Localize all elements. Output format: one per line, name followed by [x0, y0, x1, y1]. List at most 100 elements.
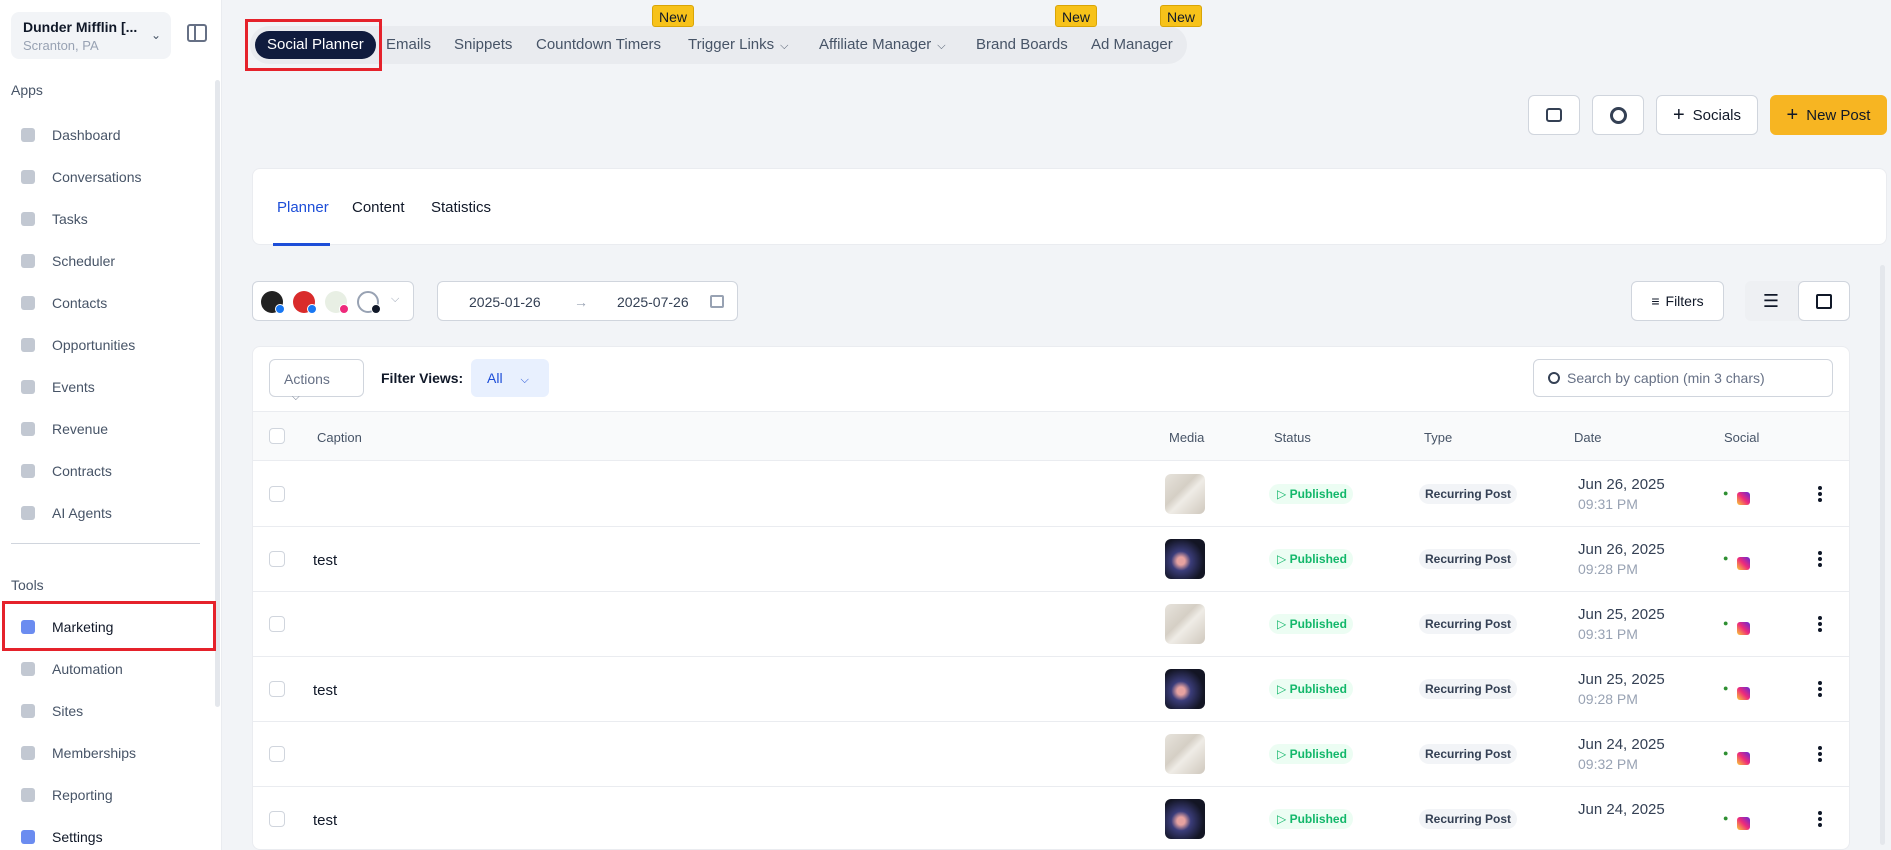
sidebar-collapse-icon[interactable] — [187, 24, 207, 42]
subtab-content[interactable]: Content — [352, 199, 405, 216]
sidebar-item-label: Sites — [52, 703, 84, 719]
company-switcher[interactable]: Dunder Mifflin [... Scranton, PA ⌄ — [11, 12, 171, 59]
status-text: Published — [1289, 487, 1347, 501]
more-options-icon[interactable] — [1818, 486, 1822, 502]
sidebar-item-automation[interactable]: Automation — [11, 650, 211, 688]
top-tab-bar: Social Planner Emails Snippets Countdown… — [250, 26, 1187, 64]
tab-emails[interactable]: Emails — [386, 26, 431, 64]
media-thumbnail[interactable] — [1165, 799, 1205, 839]
tab-trigger-links[interactable]: Trigger Links ⌵ — [688, 26, 788, 64]
more-options-icon[interactable] — [1818, 616, 1822, 632]
sidebar-item-revenue[interactable]: Revenue — [11, 410, 211, 448]
media-thumbnail[interactable] — [1165, 604, 1205, 644]
tab-snippets[interactable]: Snippets — [454, 26, 512, 64]
sidebar-item-events[interactable]: Events — [11, 368, 211, 406]
more-options-icon[interactable] — [1818, 811, 1822, 827]
plus-icon: + — [1786, 103, 1799, 126]
tab-ad-manager[interactable]: Ad Manager — [1091, 26, 1173, 64]
instagram-icon — [1737, 817, 1750, 830]
row-checkbox[interactable] — [269, 616, 285, 632]
row-checkbox[interactable] — [269, 811, 285, 827]
row-checkbox[interactable] — [269, 486, 285, 502]
account-logo-icon: ● — [1723, 683, 1729, 693]
new-badge-ad-manager: New — [1160, 5, 1203, 27]
list-view-button[interactable]: ☰ — [1745, 281, 1797, 321]
subtab-statistics[interactable]: Statistics — [431, 199, 491, 216]
calendar-view-button[interactable] — [1798, 281, 1850, 321]
more-options-icon[interactable] — [1818, 681, 1822, 697]
sidebar-item-label: Automation — [52, 661, 123, 677]
sidebar-item-sites[interactable]: Sites — [11, 692, 211, 730]
sidebar-item-conversations[interactable]: Conversations — [11, 158, 211, 196]
sidebar-item-tasks[interactable]: Tasks — [11, 200, 211, 238]
send-icon: ▷ — [1277, 747, 1290, 761]
column-media: Media — [1169, 430, 1205, 445]
social-account-picker[interactable]: ⌵ — [252, 281, 414, 321]
row-checkbox[interactable] — [269, 681, 285, 697]
account-logo-icon: ● — [1723, 813, 1729, 823]
sidebar-item-scheduler[interactable]: Scheduler — [11, 242, 211, 280]
column-social: Social — [1724, 430, 1760, 445]
sparkle-icon — [16, 504, 40, 522]
table-row[interactable]: ▷ Published Recurring Post Jun 25, 2025 … — [253, 592, 1849, 657]
gears-icon — [16, 660, 40, 678]
select-all-checkbox[interactable] — [269, 428, 285, 444]
tab-affiliate-manager[interactable]: Affiliate Manager ⌵ — [819, 26, 946, 64]
filters-label: Filters — [1665, 293, 1704, 309]
actions-dropdown[interactable]: Actions ⌵ — [269, 359, 364, 403]
social-accounts: ● — [1723, 484, 1753, 506]
status-text: Published — [1289, 552, 1347, 566]
account-logo-icon: ● — [1723, 618, 1729, 628]
filter-views-label: Filter Views: — [381, 370, 464, 386]
media-thumbnail[interactable] — [1165, 669, 1205, 709]
media-thumbnail[interactable] — [1165, 734, 1205, 774]
company-location: Scranton, PA — [23, 38, 99, 53]
filter-views-select[interactable]: All ⌵ — [471, 359, 549, 397]
feedback-button[interactable] — [1528, 95, 1580, 135]
tab-countdown-timers[interactable]: Countdown Timers — [536, 26, 661, 64]
search-input[interactable] — [1567, 370, 1817, 386]
gear-icon — [1609, 106, 1627, 124]
table-row[interactable]: test ▷ Published Recurring Post Jun 24, … — [253, 787, 1849, 849]
table-row[interactable]: ▷ Published Recurring Post Jun 24, 2025 … — [253, 722, 1849, 787]
send-icon: ▷ — [1277, 812, 1290, 826]
sidebar-item-reporting[interactable]: Reporting — [11, 776, 211, 814]
new-post-button[interactable]: + New Post — [1770, 95, 1887, 135]
sidebar-item-contracts[interactable]: Contracts — [11, 452, 211, 490]
media-thumbnail[interactable] — [1165, 474, 1205, 514]
list-icon: ☰ — [1762, 290, 1780, 311]
more-options-icon[interactable] — [1818, 551, 1822, 567]
events-icon — [16, 378, 40, 396]
settings-button[interactable] — [1592, 95, 1644, 135]
sidebar-item-label: AI Agents — [52, 505, 112, 521]
subtab-planner[interactable]: Planner — [277, 199, 329, 216]
column-status: Status — [1274, 430, 1311, 445]
sidebar-item-ai-agents[interactable]: AI Agents — [11, 494, 211, 532]
sidebar-item-dashboard[interactable]: Dashboard — [11, 116, 211, 154]
add-socials-button[interactable]: + Socials — [1656, 95, 1758, 135]
add-socials-label: Socials — [1692, 106, 1742, 124]
row-checkbox[interactable] — [269, 746, 285, 762]
sidebar-item-opportunities[interactable]: Opportunities — [11, 326, 211, 364]
main-scrollbar[interactable] — [1880, 265, 1885, 845]
sidebar-item-contacts[interactable]: Contacts — [11, 284, 211, 322]
filters-button[interactable]: ≡ Filters — [1631, 281, 1724, 321]
more-options-icon[interactable] — [1818, 746, 1822, 762]
posts-table-card: Actions ⌵ Filter Views: All ⌵ Caption Me… — [252, 346, 1850, 850]
row-checkbox[interactable] — [269, 551, 285, 567]
caption-search-box — [1533, 359, 1833, 397]
social-accounts: ● — [1723, 744, 1753, 766]
sidebar-item-label: Memberships — [52, 745, 137, 761]
table-row[interactable]: test ▷ Published Recurring Post Jun 26, … — [253, 527, 1849, 592]
sidebar-item-label: Reporting — [52, 787, 113, 803]
sidebar-item-settings[interactable]: Settings — [11, 818, 211, 850]
media-thumbnail[interactable] — [1165, 539, 1205, 579]
date-range-picker[interactable]: 2025-01-26 → 2025-07-26 — [437, 281, 738, 321]
target-icon — [16, 336, 40, 354]
tab-brand-boards[interactable]: Brand Boards — [976, 26, 1068, 64]
sidebar-item-memberships[interactable]: Memberships — [11, 734, 211, 772]
status-badge: ▷ Published — [1269, 549, 1353, 569]
status-text: Published — [1289, 682, 1347, 696]
table-row[interactable]: test ▷ Published Recurring Post Jun 25, … — [253, 657, 1849, 722]
table-row[interactable]: ▷ Published Recurring Post Jun 26, 2025 … — [253, 462, 1849, 527]
